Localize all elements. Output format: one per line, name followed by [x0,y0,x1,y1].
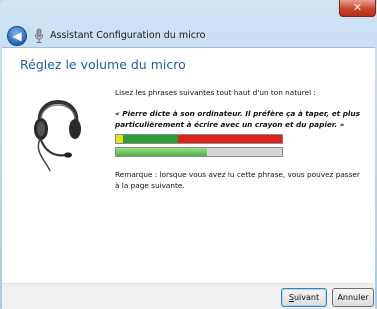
note-text: Remarque : lorsque vous avez lu cette ph… [115,170,360,190]
phrase-text: « Pierre dicte à son ordinateur. Il préf… [115,109,360,129]
meter-low-zone [116,135,123,143]
arrow-left-icon: ◀ [12,29,22,43]
wizard-window: ✕ ◀ Assistant Configuration du micro Rég… [0,0,377,309]
next-button-label: uivant [293,293,320,302]
volume-scale-meter [115,134,283,144]
headset-icon [34,100,81,172]
window-title: Assistant Configuration du micro [50,30,206,41]
input-level-fill [116,148,208,156]
content-panel: Réglez le volume du micro Lisez les phra… [2,47,375,309]
next-button[interactable]: Suivant [281,288,327,307]
cancel-button[interactable]: Annuler [332,288,374,307]
back-button[interactable]: ◀ [7,26,27,46]
meter-high-zone [178,135,282,143]
microphone-icon [35,28,43,43]
page-heading: Réglez le volume du micro [20,57,186,72]
input-level-bar [115,147,283,157]
close-button[interactable]: ✕ [339,0,376,17]
meter-optimal-zone [123,135,178,143]
instruction-text: Lisez les phrases suivantes tout haut d'… [115,88,316,97]
